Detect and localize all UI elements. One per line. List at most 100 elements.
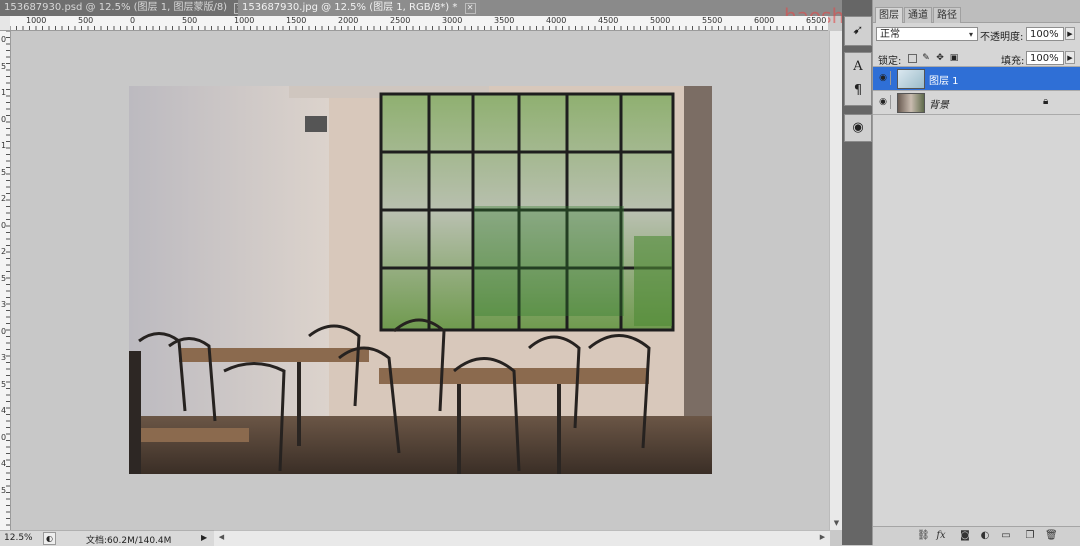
ruler-tick-label: 0: [1, 326, 7, 336]
cafe-interior-photo[interactable]: [129, 86, 712, 474]
ruler-tick-label: 3000: [442, 16, 463, 25]
lock-brush-icon[interactable]: ✎: [921, 53, 931, 63]
status-bar: 12.5% ◐ 文档:60.2M/140.4M ▶: [0, 530, 214, 546]
layer-thumbnail: [897, 69, 925, 89]
tab-label: 153687930.psd @ 12.5% (图层 1, 图层蒙版/8): [4, 2, 228, 13]
blend-mode-value: 正常: [880, 29, 900, 40]
lock-label: 锁定:: [878, 56, 902, 67]
link-icon[interactable]: ⛓: [917, 530, 930, 542]
tab-layers[interactable]: 图层: [875, 7, 903, 23]
panel-tab-bar: 图层 通道 路径: [873, 0, 1080, 23]
ruler-tick-label: 2: [1, 194, 7, 203]
fx-icon[interactable]: fx: [935, 530, 947, 542]
ruler-tick-label: 5: [1, 379, 7, 389]
ruler-tick-label: 5000: [650, 16, 671, 25]
tab-label: 153687930.jpg @ 12.5% (图层 1, RGB/8*) *: [242, 2, 458, 13]
layers-panel: 图层 通道 路径 正常 ▾ 不透明度: 100% ▶ 锁定: ✎ ✥ ▣ 填充:…: [872, 0, 1080, 546]
blend-mode-select[interactable]: 正常 ▾: [876, 27, 978, 41]
color-picker-icon[interactable]: ◉: [845, 117, 871, 139]
ruler-tick-label: 0: [1, 35, 7, 44]
opacity-value: 100%: [1030, 29, 1059, 40]
lock-position-icon[interactable]: ✥: [935, 53, 945, 63]
ruler-tick-label: 0: [1, 220, 7, 230]
ruler-tick-label: 5: [1, 273, 7, 283]
paragraph-panel-icon[interactable]: ¶: [845, 80, 871, 102]
opacity-slider-arrow-icon[interactable]: ▶: [1065, 27, 1075, 40]
tab-channels[interactable]: 通道: [904, 7, 932, 23]
document-size: 文档:60.2M/140.4M: [86, 536, 172, 546]
mask-icon[interactable]: ◙: [959, 530, 971, 542]
ruler-tick-label: 2: [1, 247, 7, 256]
ruler-tick-label: 4500: [598, 16, 619, 25]
panel-dock: ➹ A ¶ ◉: [842, 0, 872, 545]
adjustment-icon[interactable]: ◐: [979, 530, 991, 542]
ruler-tick-label: 5: [1, 485, 7, 495]
history-brush-icon[interactable]: ➹: [845, 20, 871, 42]
fill-input[interactable]: 100%: [1026, 51, 1064, 65]
ruler-tick-label: 2500: [390, 16, 411, 25]
ruler-tick-label: 6000: [754, 16, 775, 25]
ruler-tick-label: 0: [1, 432, 7, 442]
status-arrow-icon[interactable]: ▶: [201, 533, 207, 542]
ruler-tick-label: 1000: [26, 16, 47, 25]
ruler-tick-label: 6500: [806, 16, 827, 25]
ruler-tick-label: 5500: [702, 16, 723, 25]
ruler-tick-label: 5: [1, 167, 7, 177]
ruler-tick-label: 1000: [234, 16, 255, 25]
close-icon[interactable]: ✕: [464, 3, 476, 14]
ruler-tick-label: 1: [1, 88, 7, 97]
scroll-down-arrow-icon[interactable]: ▼: [831, 518, 842, 529]
horizontal-scrollbar[interactable]: ◀ ▶: [214, 530, 830, 546]
fill-value: 100%: [1030, 53, 1059, 64]
new-layer-icon[interactable]: ❐: [1024, 530, 1036, 542]
dock-group-text: A ¶: [844, 52, 872, 106]
lock-icon: 🔒︎: [1043, 96, 1049, 107]
tab-psd-document[interactable]: 153687930.psd @ 12.5% (图层 1, 图层蒙版/8) ✕: [0, 0, 250, 16]
layers-footer: ⛓ fx ◙ ◐ ▭ ❐ 🗑︎: [873, 526, 1080, 546]
dock-group-misc: ◉: [844, 114, 872, 142]
photo-illustration: [129, 86, 712, 474]
dock-group-history: ➹: [844, 16, 872, 46]
ruler-tick-label: 3: [1, 353, 7, 362]
ruler-tick-label: 1: [1, 141, 7, 150]
fill-label: 填充:: [1001, 56, 1025, 67]
document-tab-bar: 153687930.psd @ 12.5% (图层 1, 图层蒙版/8) ✕ 1…: [0, 0, 842, 16]
ruler-tick-label: 4: [1, 406, 7, 415]
ruler-tick-label: 2000: [338, 16, 359, 25]
layer-row-layer1[interactable]: ◉ 图层 1: [873, 67, 1080, 91]
layer-thumbnail: [897, 93, 925, 113]
chevron-down-icon: ▾: [968, 30, 973, 39]
tab-paths[interactable]: 路径: [933, 7, 961, 23]
tab-jpg-document[interactable]: 153687930.jpg @ 12.5% (图层 1, RGB/8*) * ✕: [238, 0, 480, 16]
ruler-tick-label: 0: [130, 16, 136, 25]
ruler-tick-label: 4: [1, 459, 7, 468]
folder-icon[interactable]: ▭: [1000, 530, 1012, 542]
layer-name[interactable]: 背景: [929, 96, 949, 111]
zoom-level[interactable]: 12.5%: [4, 533, 33, 543]
opacity-input[interactable]: 100%: [1026, 27, 1064, 41]
vertical-ruler[interactable]: 051015202530354045: [0, 31, 11, 530]
scroll-left-arrow-icon[interactable]: ◀: [216, 532, 227, 543]
ruler-tick-label: 1500: [286, 16, 307, 25]
eye-icon[interactable]: ◉: [876, 95, 891, 109]
eye-icon[interactable]: ◉: [876, 71, 891, 85]
lock-transparency-icon[interactable]: [908, 54, 917, 63]
ruler-tick-label: 4000: [546, 16, 567, 25]
layer-name[interactable]: 图层 1: [929, 72, 959, 87]
ruler-tick-label: 3500: [494, 16, 515, 25]
lock-icon[interactable]: ▣: [949, 53, 959, 63]
opacity-label: 不透明度:: [980, 32, 1024, 43]
trash-icon[interactable]: 🗑︎: [1045, 530, 1058, 542]
scroll-right-arrow-icon[interactable]: ▶: [817, 532, 828, 543]
ruler-tick-label: 3: [1, 300, 7, 309]
ruler-tick-label: 5: [1, 61, 7, 71]
horizontal-ruler[interactable]: 1000 500 0 500 1000 1500 2000 2500 3000 3500 4000 4…: [10, 16, 828, 31]
ruler-tick-label: 500: [182, 16, 198, 25]
ruler-tick-label: 0: [1, 114, 7, 124]
character-panel-icon[interactable]: A: [845, 56, 871, 78]
status-menu-icon[interactable]: ◐: [43, 532, 56, 545]
vertical-scrollbar[interactable]: ▼: [829, 31, 843, 530]
ruler-tick-label: 500: [78, 16, 94, 25]
layer-row-background[interactable]: ◉ 背景 🔒︎: [873, 91, 1080, 115]
fill-slider-arrow-icon[interactable]: ▶: [1065, 51, 1075, 64]
